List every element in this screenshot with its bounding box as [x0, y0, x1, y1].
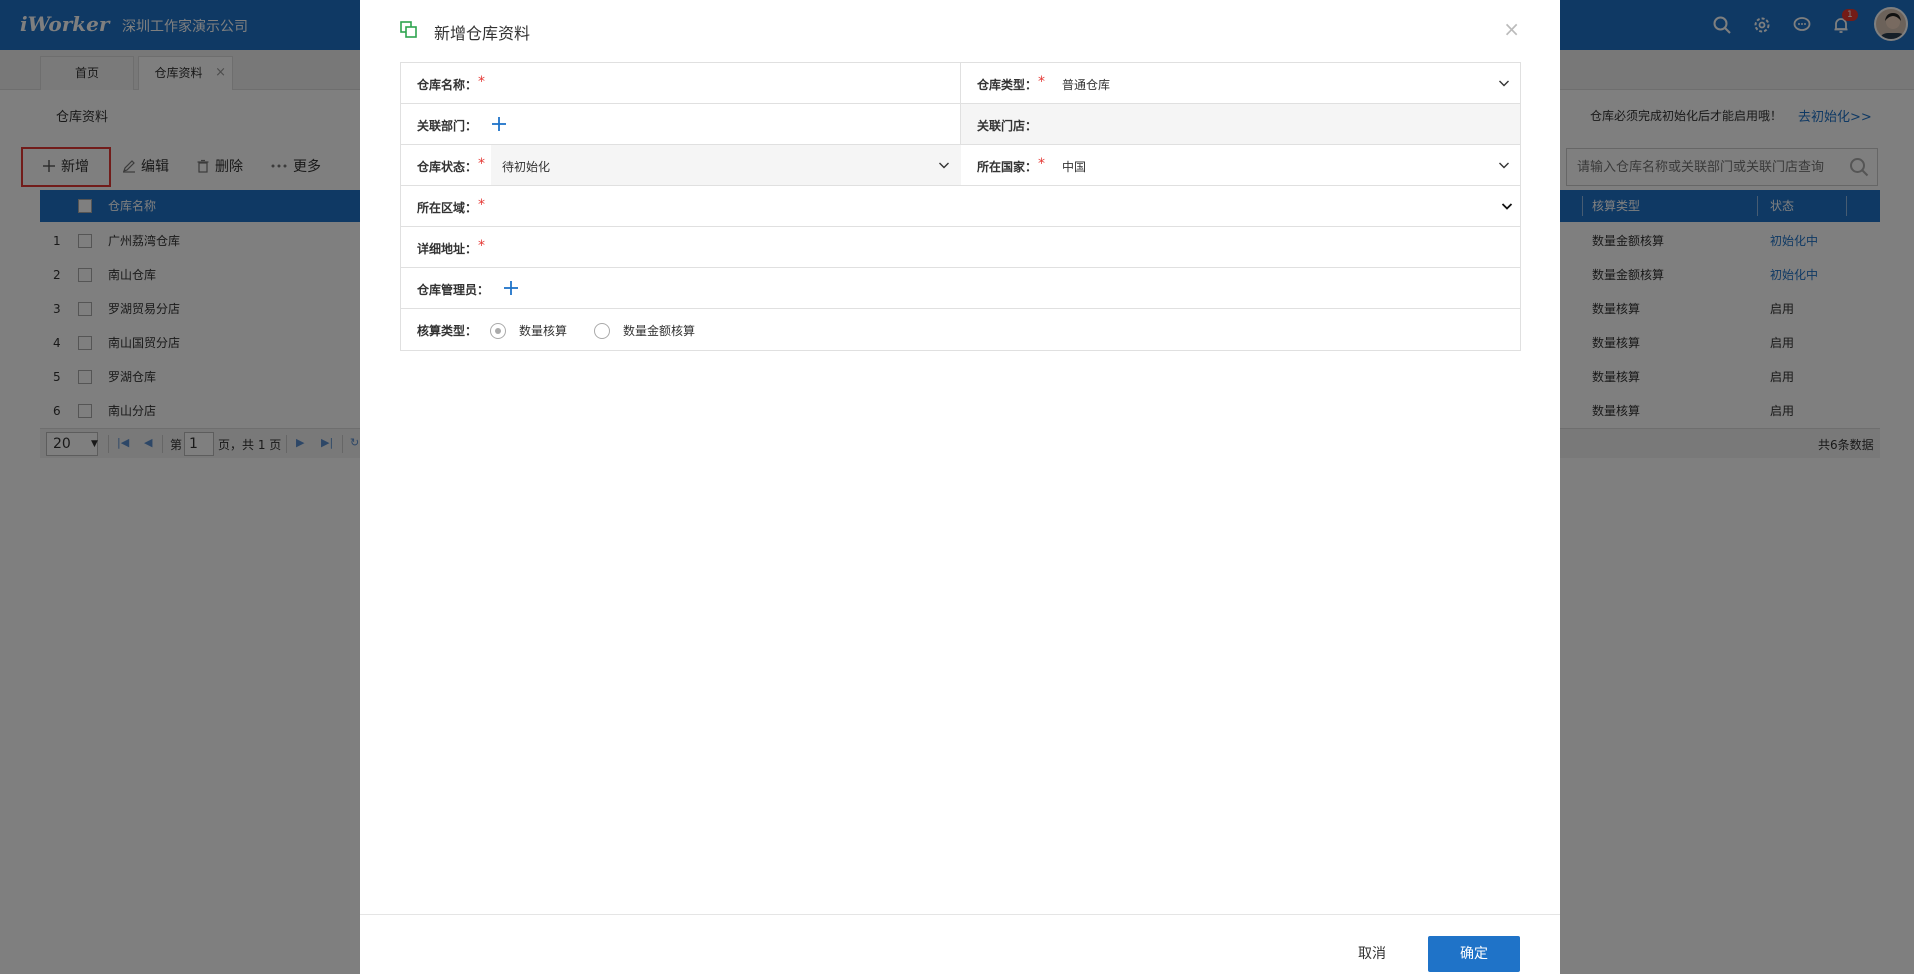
- chevron-down-icon[interactable]: [938, 159, 950, 171]
- region-select[interactable]: 所在区域：*: [401, 186, 1520, 226]
- chevron-down-icon[interactable]: [1501, 200, 1513, 212]
- name-field[interactable]: 仓库名称：*: [401, 63, 961, 103]
- add-warehouse-dialog: 新增仓库资料 × 仓库名称：* 仓库类型：* 普通仓库 关联部门： 关联门店：: [360, 0, 1560, 974]
- copy-icon: [400, 21, 417, 38]
- field-label: 核算类型：: [417, 324, 478, 338]
- field-label: 仓库名称：*: [417, 74, 486, 92]
- chevron-down-icon[interactable]: [1498, 159, 1510, 171]
- store-field: 关联门店：: [961, 104, 1520, 144]
- type-value: 普通仓库: [1062, 78, 1111, 92]
- add-admin-icon[interactable]: [503, 280, 519, 296]
- field-label: 关联门店：: [977, 119, 1038, 133]
- form-row: 仓库状态：* 待初始化 所在国家：* 中国: [401, 145, 1520, 186]
- field-label: 所在国家：*: [977, 156, 1046, 174]
- calc-radio-quantity[interactable]: [490, 323, 506, 339]
- dialog-title: 新增仓库资料: [434, 24, 531, 43]
- status-select[interactable]: 仓库状态：* 待初始化: [401, 145, 961, 185]
- admin-field: 仓库管理员：: [401, 268, 1520, 308]
- country-value: 中国: [1062, 160, 1087, 174]
- status-value: 待初始化: [502, 160, 551, 174]
- required-mark: *: [1038, 74, 1046, 90]
- field-label: 仓库管理员：: [417, 283, 490, 297]
- form-row: 仓库名称：* 仓库类型：* 普通仓库: [401, 63, 1520, 104]
- store-disabled-area: [961, 104, 1520, 144]
- status-select-bg: [491, 145, 961, 185]
- field-label: 详细地址：*: [417, 238, 486, 256]
- confirm-button[interactable]: 确定: [1428, 936, 1520, 972]
- form-row: 关联部门： 关联门店：: [401, 104, 1520, 145]
- dialog-footer: 取消 确定: [360, 914, 1560, 974]
- field-label: 仓库状态：*: [417, 156, 486, 174]
- type-select[interactable]: 仓库类型：* 普通仓库: [961, 63, 1520, 103]
- cancel-button[interactable]: 取消: [1358, 943, 1386, 963]
- close-icon[interactable]: ×: [1503, 17, 1520, 41]
- field-label: 仓库类型：*: [977, 74, 1046, 92]
- form-row: 仓库管理员：: [401, 268, 1520, 309]
- required-mark: *: [478, 197, 486, 213]
- required-mark: *: [478, 238, 486, 254]
- form-row: 所在区域：*: [401, 186, 1520, 227]
- field-label: 关联部门：: [417, 119, 478, 133]
- address-field[interactable]: 详细地址：*: [401, 227, 1520, 267]
- calc-radio-quantity-amount[interactable]: [594, 323, 610, 339]
- required-mark: *: [478, 156, 486, 172]
- warehouse-form: 仓库名称：* 仓库类型：* 普通仓库 关联部门： 关联门店： 仓库状态：* 待初…: [400, 62, 1521, 351]
- radio-label: 数量核算: [519, 324, 568, 338]
- calc-type-field: 核算类型： 数量核算 数量金额核算: [401, 309, 1520, 349]
- field-label: 所在区域：*: [417, 197, 486, 215]
- required-mark: *: [1038, 156, 1046, 172]
- add-dept-icon[interactable]: [491, 116, 507, 132]
- form-row: 核算类型： 数量核算 数量金额核算: [401, 309, 1520, 350]
- country-select[interactable]: 所在国家：* 中国: [961, 145, 1520, 185]
- dept-field: 关联部门：: [401, 104, 961, 144]
- required-mark: *: [478, 74, 486, 90]
- radio-label: 数量金额核算: [623, 324, 696, 338]
- chevron-down-icon[interactable]: [1498, 77, 1510, 89]
- form-row: 详细地址：*: [401, 227, 1520, 268]
